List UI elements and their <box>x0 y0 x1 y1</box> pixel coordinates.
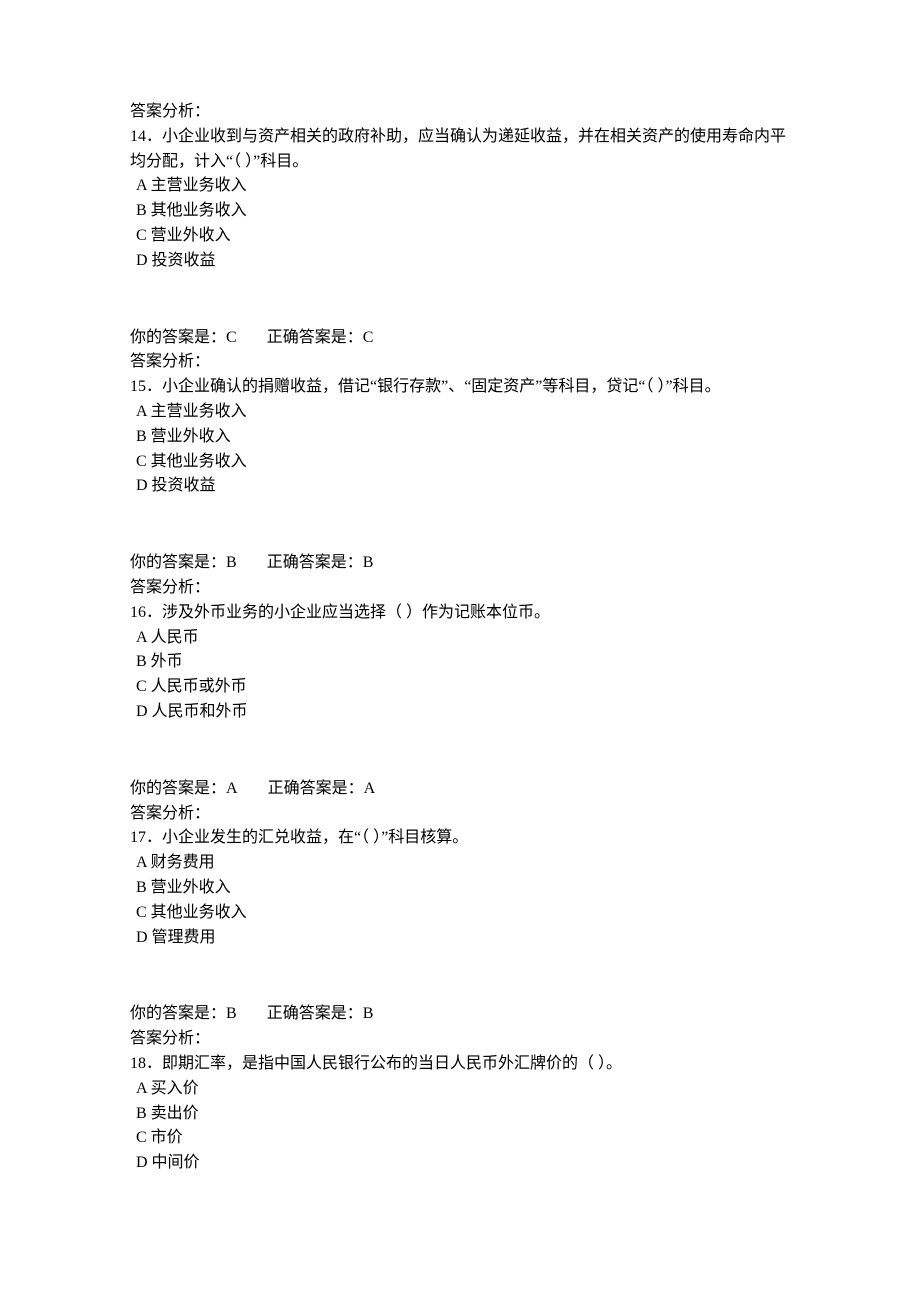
your-answer-value: C <box>226 326 237 351</box>
your-answer-label: 你的答案是： <box>130 326 226 351</box>
question: 15．小企业确认的捐赠收益，借记“银行存款”、“固定资产”等科目，贷记“（ ）”… <box>130 375 790 400</box>
option: A 财务费用 <box>130 851 790 876</box>
your-answer-label: 你的答案是： <box>130 551 226 576</box>
question-stem: ．小企业收到与资产相关的政府补助，应当确认为递延收益，并在相关资产的使用寿命内平… <box>130 128 786 170</box>
your-answer-label: 你的答案是： <box>130 1002 226 1027</box>
option: D 中间价 <box>130 1151 790 1176</box>
answer-analysis-label: 答案分析： <box>130 802 790 827</box>
option: A 主营业务收入 <box>130 174 790 199</box>
option: B 其他业务收入 <box>130 199 790 224</box>
your-answer-label: 你的答案是： <box>130 777 226 802</box>
correct-answer-value: B <box>363 551 374 576</box>
answer-analysis-label: 答案分析： <box>130 100 790 125</box>
correct-answer-label: 正确答案是： <box>267 551 363 576</box>
option: A 人民币 <box>130 626 790 651</box>
question: 17．小企业发生的汇兑收益，在“（ ）”科目核算。 <box>130 826 790 851</box>
option: C 其他业务收入 <box>130 901 790 926</box>
option: A 买入价 <box>130 1077 790 1102</box>
correct-answer-label: 正确答案是： <box>267 1002 363 1027</box>
correct-answer-label: 正确答案是： <box>268 777 364 802</box>
answer-analysis-label: 答案分析： <box>130 1027 790 1052</box>
option: D 投资收益 <box>130 249 790 274</box>
option: D 人民币和外币 <box>130 700 790 725</box>
document-page: 答案分析： 14．小企业收到与资产相关的政府补助，应当确认为递延收益，并在相关资… <box>0 0 920 1236</box>
answer-line: 你的答案是：A 正确答案是：A <box>130 777 790 802</box>
question: 14．小企业收到与资产相关的政府补助，应当确认为递延收益，并在相关资产的使用寿命… <box>130 125 790 175</box>
your-answer-value: B <box>226 551 237 576</box>
your-answer-value: A <box>226 777 238 802</box>
option: C 其他业务收入 <box>130 450 790 475</box>
option: C 营业外收入 <box>130 224 790 249</box>
answer-line: 你的答案是：C 正确答案是：C <box>130 326 790 351</box>
option: D 管理费用 <box>130 926 790 951</box>
question-number: 15 <box>130 378 146 395</box>
question-stem: ．小企业确认的捐赠收益，借记“银行存款”、“固定资产”等科目，贷记“（ ）”科目… <box>146 378 721 395</box>
correct-answer-value: B <box>363 1002 374 1027</box>
answer-analysis-label: 答案分析： <box>130 576 790 601</box>
option: C 市价 <box>130 1126 790 1151</box>
question-stem: ．涉及外币业务的小企业应当选择（ ）作为记账本位币。 <box>146 604 550 621</box>
option: B 营业外收入 <box>130 876 790 901</box>
correct-answer-label: 正确答案是： <box>267 326 363 351</box>
option: C 人民币或外币 <box>130 675 790 700</box>
option: D 投资收益 <box>130 474 790 499</box>
question-stem: ．即期汇率，是指中国人民银行公布的当日人民币外汇牌价的（ ）。 <box>146 1055 622 1072</box>
question-number: 14 <box>130 128 146 145</box>
option: B 外币 <box>130 650 790 675</box>
your-answer-value: B <box>226 1002 237 1027</box>
question: 18．即期汇率，是指中国人民银行公布的当日人民币外汇牌价的（ ）。 <box>130 1052 790 1077</box>
option: B 营业外收入 <box>130 425 790 450</box>
question-number: 18 <box>130 1055 146 1072</box>
question-stem: ．小企业发生的汇兑收益，在“（ ）”科目核算。 <box>146 829 468 846</box>
option: A 主营业务收入 <box>130 400 790 425</box>
answer-line: 你的答案是：B 正确答案是：B <box>130 1002 790 1027</box>
answer-line: 你的答案是：B 正确答案是：B <box>130 551 790 576</box>
answer-analysis-label: 答案分析： <box>130 350 790 375</box>
correct-answer-value: A <box>364 777 376 802</box>
correct-answer-value: C <box>363 326 374 351</box>
option: B 卖出价 <box>130 1102 790 1127</box>
question-number: 16 <box>130 604 146 621</box>
question: 16．涉及外币业务的小企业应当选择（ ）作为记账本位币。 <box>130 601 790 626</box>
question-number: 17 <box>130 829 146 846</box>
